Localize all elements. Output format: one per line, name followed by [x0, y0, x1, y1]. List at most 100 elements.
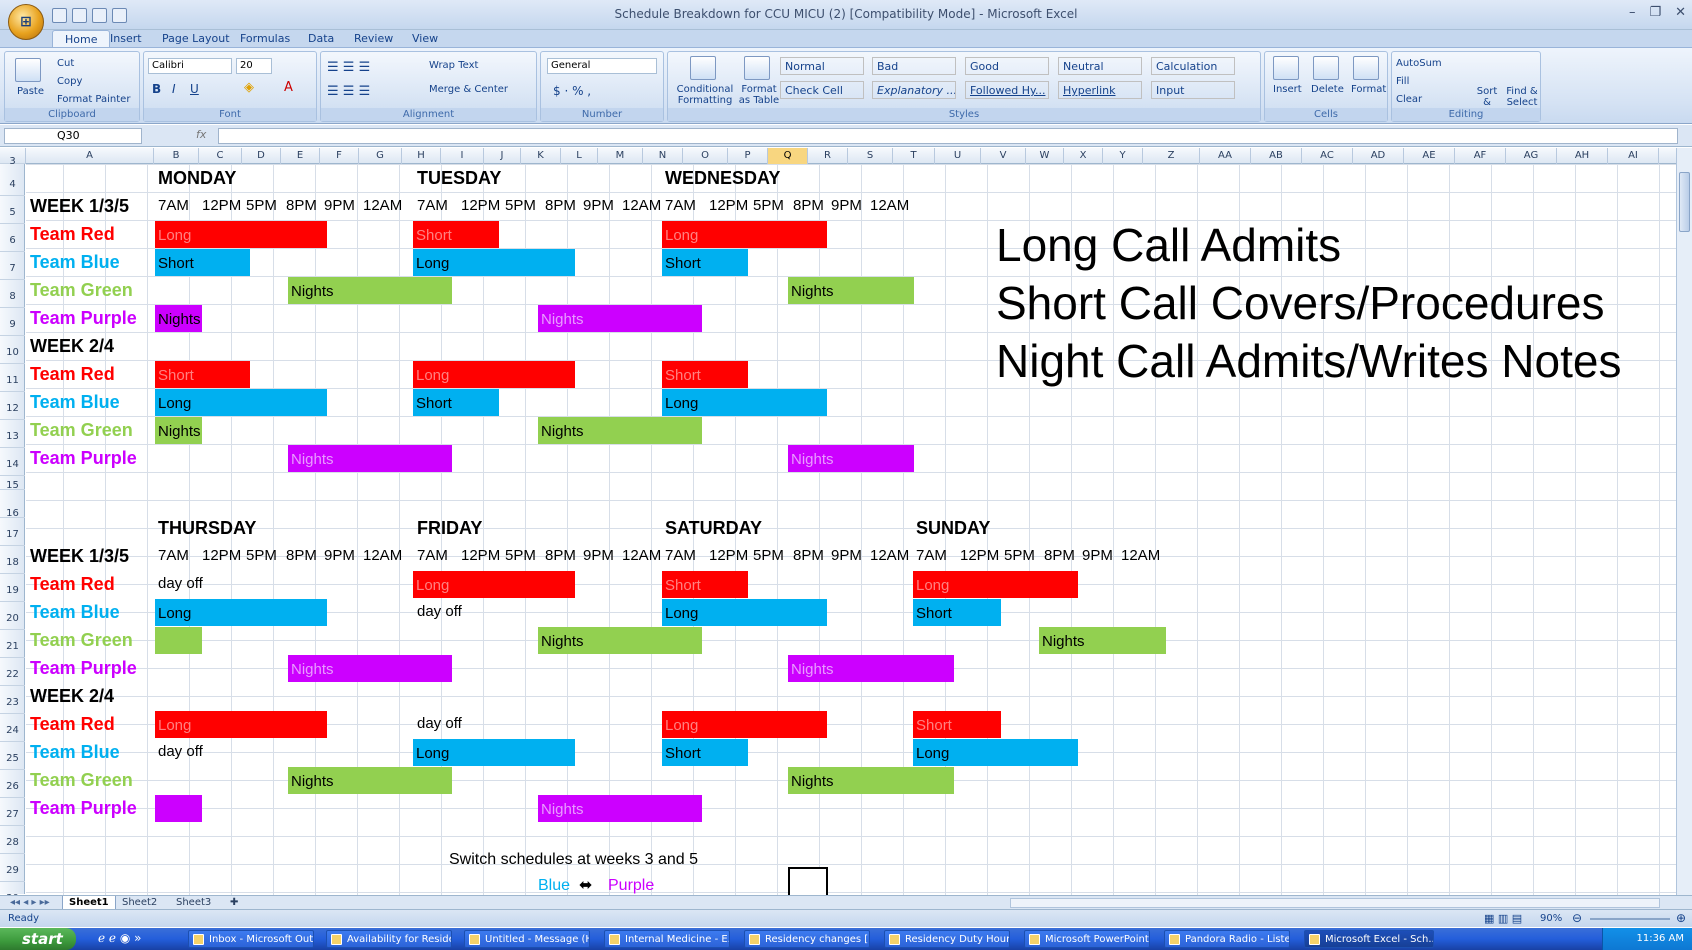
zoom-level[interactable]: 90% [1540, 913, 1562, 924]
column-header-AF[interactable]: AF [1455, 148, 1506, 164]
row-header-28[interactable]: 28 [0, 826, 25, 854]
delete-button[interactable]: Delete [1311, 84, 1344, 95]
column-header-N[interactable]: N [643, 148, 683, 164]
column-header-H[interactable]: H [402, 148, 441, 164]
tab-home[interactable]: Home [52, 30, 111, 47]
number-format-select[interactable]: General [547, 58, 657, 74]
column-header-J[interactable]: J [484, 148, 521, 164]
insert-sheet-icon[interactable]: ✚ [224, 896, 244, 910]
column-header-C[interactable]: C [199, 148, 242, 164]
column-header-I[interactable]: I [441, 148, 484, 164]
merge-center-button[interactable]: Merge & Center [429, 84, 508, 95]
find-select-button[interactable]: Find & Select [1506, 86, 1538, 108]
restore-icon[interactable]: ❐ [1649, 5, 1661, 20]
print-preview-icon[interactable] [112, 7, 127, 23]
currency-icon[interactable]: $ · % , [553, 84, 591, 98]
quick-launch-icons[interactable]: ℯ ℯ ◉ » [98, 931, 141, 945]
scrollbar-thumb[interactable] [1679, 172, 1690, 232]
row-header-13[interactable]: 13 [0, 420, 25, 448]
column-header-R[interactable]: R [808, 148, 848, 164]
column-header-AE[interactable]: AE [1404, 148, 1455, 164]
column-header-X[interactable]: X [1064, 148, 1103, 164]
style-explanatory[interactable]: Explanatory ... [872, 81, 956, 99]
close-icon[interactable]: ✕ [1675, 5, 1686, 20]
column-header-AA[interactable]: AA [1200, 148, 1251, 164]
column-header-AC[interactable]: AC [1302, 148, 1353, 164]
name-box[interactable]: Q30 [4, 128, 142, 144]
taskbar-item[interactable]: Pandora Radio - Liste... [1164, 930, 1290, 948]
column-header-Z[interactable]: Z [1143, 148, 1200, 164]
conditional-formatting-button[interactable]: Conditional Formatting [670, 84, 740, 106]
tab-data[interactable]: Data [306, 30, 336, 47]
taskbar-item[interactable]: Residency changes [... [744, 930, 870, 948]
column-header-U[interactable]: U [935, 148, 981, 164]
column-header-AG[interactable]: AG [1506, 148, 1557, 164]
column-header-AB[interactable]: AB [1251, 148, 1302, 164]
column-header-V[interactable]: V [981, 148, 1026, 164]
cut-button[interactable]: Cut [57, 58, 74, 69]
row-header-11[interactable]: 11 [0, 364, 25, 392]
row-header-5[interactable]: 5 [0, 196, 25, 224]
row-header-22[interactable]: 22 [0, 658, 25, 686]
style-neutral[interactable]: Neutral [1058, 57, 1142, 75]
style-input[interactable]: Input [1151, 81, 1235, 99]
align-top-icon[interactable]: ☰ ☰ ☰ [327, 60, 370, 75]
font-name-select[interactable]: Calibri [148, 58, 232, 74]
row-header-17[interactable]: 17 [0, 518, 25, 546]
format-button[interactable]: Format [1351, 84, 1386, 95]
row-header-7[interactable]: 7 [0, 252, 25, 280]
column-header-Y[interactable]: Y [1103, 148, 1143, 164]
row-header-15[interactable]: 15 [0, 476, 25, 491]
zoom-slider[interactable] [1590, 918, 1670, 920]
column-header-A[interactable]: A [26, 148, 154, 164]
taskbar-item[interactable]: Inbox - Microsoft Out... [188, 930, 314, 948]
row-header-24[interactable]: 24 [0, 714, 25, 742]
format-painter-button[interactable]: Format Painter [57, 94, 130, 105]
sheet-nav-icon[interactable]: ◂◂ ◂ ▸ ▸▸ [4, 896, 56, 910]
row-header-19[interactable]: 19 [0, 574, 25, 602]
row-header-18[interactable]: 18 [0, 546, 25, 574]
delete-cells-icon[interactable] [1313, 56, 1339, 80]
style-bad[interactable]: Bad [872, 57, 956, 75]
taskbar-item[interactable]: Untitled - Message (H... [464, 930, 590, 948]
column-header-AI[interactable]: AI [1608, 148, 1659, 164]
taskbar-item[interactable]: Microsoft PowerPoint ... [1024, 930, 1150, 948]
horizontal-scrollbar[interactable] [1010, 898, 1660, 908]
row-header-20[interactable]: 20 [0, 602, 25, 630]
copy-button[interactable]: Copy [57, 76, 82, 87]
row-header-27[interactable]: 27 [0, 798, 25, 826]
style-hyperlink[interactable]: Hyperlink [1058, 81, 1142, 99]
row-header-14[interactable]: 14 [0, 448, 25, 476]
column-header-P[interactable]: P [728, 148, 768, 164]
tab-formulas[interactable]: Formulas [238, 30, 292, 47]
format-cells-icon[interactable] [1353, 56, 1379, 80]
tab-insert[interactable]: Insert [108, 30, 144, 47]
bold-icon[interactable]: B [152, 82, 161, 96]
vertical-scrollbar[interactable] [1676, 148, 1692, 895]
format-as-table-button[interactable]: Format as Table [736, 84, 782, 106]
column-header-G[interactable]: G [359, 148, 402, 164]
row-header-9[interactable]: 9 [0, 308, 25, 336]
column-header-AD[interactable]: AD [1353, 148, 1404, 164]
office-button[interactable]: ⊞ [8, 4, 44, 40]
taskbar-item[interactable]: Availability for Reside... [326, 930, 452, 948]
view-buttons-icon[interactable]: ▦ ▥ ▤ [1484, 912, 1522, 925]
underline-icon[interactable]: U [190, 82, 199, 96]
insert-cells-icon[interactable] [1273, 56, 1299, 80]
taskbar-item-active[interactable]: Microsoft Excel - Sch... [1304, 930, 1434, 948]
fill-button[interactable]: Fill [1396, 76, 1409, 87]
column-header-T[interactable]: T [893, 148, 935, 164]
column-header-O[interactable]: O [683, 148, 728, 164]
italic-icon[interactable]: I [172, 82, 176, 96]
taskbar-item[interactable]: Residency Duty Hour... [884, 930, 1010, 948]
row-header-26[interactable]: 26 [0, 770, 25, 798]
start-button[interactable]: start [0, 928, 76, 950]
column-header-D[interactable]: D [242, 148, 281, 164]
zoom-out-icon[interactable]: ⊖ [1572, 911, 1582, 925]
column-header-B[interactable]: B [154, 148, 199, 164]
insert-function-icon[interactable]: fx [196, 128, 206, 141]
row-header-29[interactable]: 29 [0, 854, 25, 882]
row-header-8[interactable]: 8 [0, 280, 25, 308]
format-as-table-icon[interactable] [744, 56, 770, 80]
column-header-M[interactable]: M [598, 148, 643, 164]
